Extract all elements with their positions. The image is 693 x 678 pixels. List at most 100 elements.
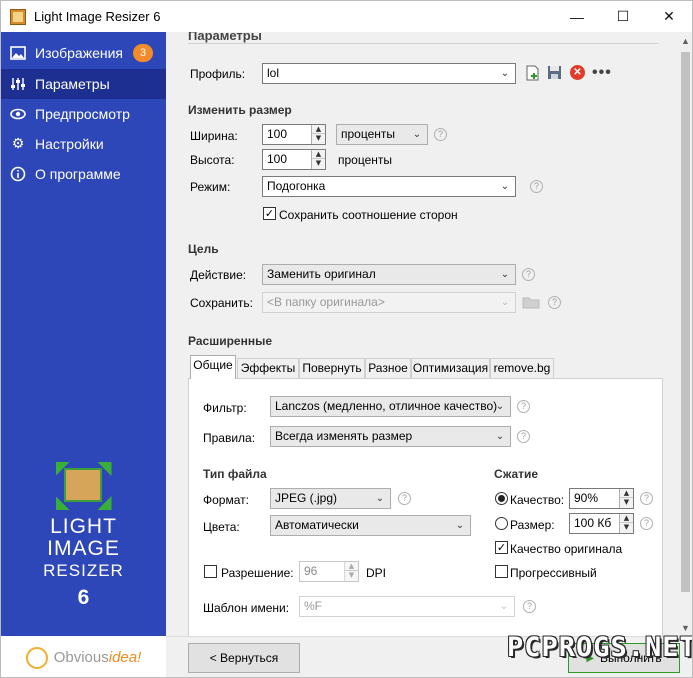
profile-label: Профиль: bbox=[190, 67, 246, 81]
help-icon[interactable]: ? bbox=[640, 517, 653, 530]
dpi-label: DPI bbox=[366, 566, 387, 580]
help-icon[interactable]: ? bbox=[434, 128, 447, 141]
keep-ratio-checkbox[interactable]: ✓ bbox=[263, 207, 276, 220]
sliders-icon bbox=[9, 75, 27, 93]
quality-radio[interactable] bbox=[495, 492, 508, 505]
sidebar: Изображения 3 Параметры Предпросмотр ⚙ Н… bbox=[1, 32, 166, 636]
sidebar-item-label: Изображения bbox=[35, 45, 123, 61]
progressive-checkbox[interactable] bbox=[495, 565, 508, 578]
new-profile-icon[interactable] bbox=[526, 65, 540, 81]
tab-optimization[interactable]: Оптимизация bbox=[411, 358, 490, 378]
save-to-label: Сохранить: bbox=[190, 296, 253, 310]
logo-line-2: IMAGE bbox=[47, 537, 120, 560]
sidebar-item-preferences[interactable]: ⚙ Настройки bbox=[1, 129, 166, 159]
delete-profile-icon[interactable]: ✕ bbox=[570, 65, 585, 80]
original-quality-checkbox[interactable]: ✓ bbox=[495, 541, 508, 554]
chevron-down-icon: ⌄ bbox=[499, 601, 509, 612]
gear-icon: ⚙ bbox=[11, 136, 25, 152]
minimize-button[interactable]: — bbox=[554, 1, 600, 32]
images-count-badge: 3 bbox=[133, 44, 153, 62]
help-icon[interactable]: ? bbox=[530, 180, 543, 193]
width-spinbox[interactable]: 100 ▲ ▼ bbox=[262, 124, 326, 145]
more-options-icon[interactable]: ••• bbox=[592, 64, 612, 82]
resize-section-title: Изменить размер bbox=[188, 103, 292, 117]
target-section-title: Цель bbox=[188, 242, 219, 256]
sidebar-item-about[interactable]: О программе bbox=[1, 159, 166, 189]
chevron-down-icon: ⌄ bbox=[412, 129, 422, 140]
size-radio[interactable] bbox=[495, 517, 508, 530]
colors-label: Цвета: bbox=[203, 520, 240, 534]
help-icon[interactable]: ? bbox=[398, 492, 411, 505]
mode-label: Режим: bbox=[190, 180, 231, 194]
logo-image-icon bbox=[55, 462, 112, 510]
title-bar: Light Image Resizer 6 — ☐ ✕ bbox=[1, 1, 692, 32]
window-title: Light Image Resizer 6 bbox=[34, 9, 161, 24]
main-panel: Параметры Профиль: lol ⌄ ✕ ••• Изменить р… bbox=[166, 32, 679, 636]
width-unit-select[interactable]: проценты ⌄ bbox=[336, 124, 428, 145]
quality-spinbox[interactable]: 90% ▲ ▼ bbox=[569, 488, 634, 509]
help-icon[interactable]: ? bbox=[548, 296, 561, 309]
keep-ratio-label: Сохранить соотношение сторон bbox=[279, 208, 458, 222]
maximize-button[interactable]: ☐ bbox=[600, 1, 646, 32]
original-quality-label: Качество оригинала bbox=[510, 542, 623, 556]
tab-misc[interactable]: Разное bbox=[365, 358, 411, 378]
sidebar-item-label: Параметры bbox=[35, 76, 110, 92]
tab-effects[interactable]: Эффекты bbox=[237, 358, 299, 378]
vertical-scrollbar[interactable]: ▲ ▼ bbox=[679, 32, 692, 636]
action-select[interactable]: Заменить оригинал ⌄ bbox=[262, 264, 516, 285]
info-icon bbox=[9, 165, 27, 183]
spin-buttons[interactable]: ▲ ▼ bbox=[311, 150, 325, 169]
help-icon[interactable]: ? bbox=[517, 430, 530, 443]
help-icon[interactable]: ? bbox=[522, 268, 535, 281]
filetype-section-title: Тип файла bbox=[203, 467, 267, 481]
page-title: Параметры bbox=[188, 32, 262, 43]
logo-line-1: LIGHT bbox=[50, 515, 117, 538]
resolution-checkbox[interactable] bbox=[204, 565, 217, 578]
eye-icon bbox=[9, 105, 27, 123]
mode-select[interactable]: Подогонка ⌄ bbox=[262, 176, 516, 197]
save-to-select[interactable]: <В папку оригинала> ⌄ bbox=[262, 292, 516, 313]
size-label: Размер: bbox=[510, 518, 555, 532]
scroll-thumb[interactable] bbox=[681, 52, 690, 592]
watermark: PCPROGS.NET bbox=[507, 631, 693, 663]
size-spinbox[interactable]: 100 Кб ▲ ▼ bbox=[569, 513, 634, 534]
sidebar-item-preview[interactable]: Предпросмотр bbox=[1, 99, 166, 129]
help-icon[interactable]: ? bbox=[523, 600, 536, 613]
spin-buttons[interactable]: ▲ ▼ bbox=[619, 489, 633, 508]
colors-select[interactable]: Автоматически ⌄ bbox=[270, 515, 471, 536]
save-profile-icon[interactable] bbox=[547, 65, 562, 80]
tab-rotate[interactable]: Повернуть bbox=[299, 358, 365, 378]
lightbulb-icon bbox=[25, 646, 48, 669]
brand-name: Obviousidea! bbox=[53, 649, 142, 666]
filter-select[interactable]: Lanczos (медленно, отличное качество) ⌄ bbox=[270, 396, 511, 417]
height-spinbox[interactable]: 100 ▲ ▼ bbox=[262, 149, 326, 170]
compression-section-title: Сжатие bbox=[494, 467, 539, 481]
name-template-label: Шаблон имени: bbox=[203, 601, 290, 615]
help-icon[interactable]: ? bbox=[517, 400, 530, 413]
logo-version: 6 bbox=[77, 586, 90, 609]
profile-select[interactable]: lol ⌄ bbox=[262, 63, 516, 84]
spin-buttons[interactable]: ▲ ▼ bbox=[344, 562, 358, 581]
logo-line-3: RESIZER bbox=[43, 561, 124, 580]
brand-footer: Obviousidea! bbox=[1, 636, 166, 677]
folder-icon[interactable] bbox=[522, 296, 540, 309]
back-button[interactable]: < Вернуться bbox=[188, 643, 300, 673]
spin-buttons[interactable]: ▲ ▼ bbox=[311, 125, 325, 144]
sidebar-item-settings-params[interactable]: Параметры bbox=[1, 69, 166, 99]
format-select[interactable]: JPEG (.jpg) ⌄ bbox=[270, 488, 391, 509]
chevron-down-icon: ⌄ bbox=[375, 493, 385, 504]
close-window-button[interactable]: ✕ bbox=[646, 1, 692, 32]
advanced-section-title: Расширенные bbox=[188, 334, 272, 348]
rules-select[interactable]: Всегда изменять размер ⌄ bbox=[270, 426, 511, 447]
tab-removebg[interactable]: remove.bg bbox=[490, 358, 554, 378]
resolution-spinbox[interactable]: 96 ▲ ▼ bbox=[299, 561, 359, 582]
name-template-select[interactable]: %F ⌄ bbox=[299, 596, 515, 617]
spin-buttons[interactable]: ▲ ▼ bbox=[619, 514, 633, 533]
height-unit-label: проценты bbox=[338, 153, 393, 167]
tab-general[interactable]: Общие bbox=[190, 355, 236, 379]
tab-panel-general: Фильтр: Lanczos (медленно, отличное каче… bbox=[188, 378, 663, 636]
sidebar-item-images[interactable]: Изображения 3 bbox=[1, 38, 166, 68]
rules-label: Правила: bbox=[203, 431, 256, 445]
scroll-up-icon[interactable]: ▲ bbox=[679, 32, 692, 49]
help-icon[interactable]: ? bbox=[640, 492, 653, 505]
